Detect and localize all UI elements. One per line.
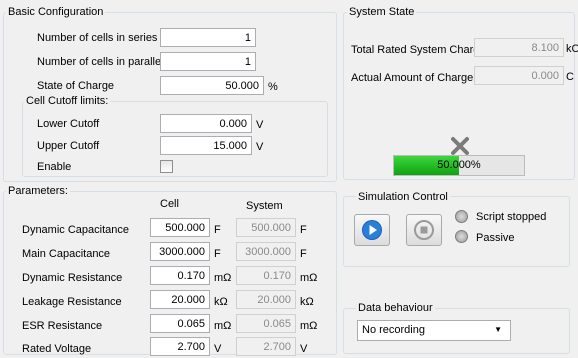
param-system-unit: kΩ [300, 296, 314, 308]
total-charge-unit: kC [566, 43, 578, 55]
cells-series-input[interactable]: 1 [160, 28, 256, 47]
param-system-unit: mΩ [300, 272, 318, 284]
parameters-title: Parameters: [6, 185, 70, 197]
param-system-field: 500.000 [236, 218, 296, 237]
cells-parallel-input[interactable]: 1 [160, 52, 256, 71]
param-cell-input[interactable]: 0.065 [150, 314, 210, 333]
param-label: Dynamic Resistance [22, 272, 123, 284]
param-cell-unit: mΩ [214, 320, 232, 332]
enable-label: Enable [37, 161, 72, 173]
play-button[interactable] [354, 214, 390, 246]
stop-icon [414, 220, 434, 240]
simulation-control-title: Simulation Control [356, 191, 450, 203]
param-cell-unit: F [214, 248, 221, 260]
param-system-unit: V [300, 343, 308, 355]
param-cell-input[interactable]: 2.700 [150, 337, 210, 356]
lower-cutoff-label: Lower Cutoff [37, 118, 100, 130]
enable-checkbox[interactable] [160, 160, 173, 173]
system-state-title: System State [347, 6, 417, 18]
script-status-label: Script stopped [476, 211, 547, 223]
param-system-field: 0.170 [236, 266, 296, 285]
state-of-charge-input[interactable]: 50.000 [160, 76, 264, 95]
param-cell-input[interactable]: 20.000 [150, 290, 210, 309]
param-cell-unit: kΩ [214, 296, 228, 308]
play-icon [362, 220, 382, 240]
col-system-header: System [246, 200, 283, 212]
param-system-field: 0.065 [236, 314, 296, 333]
param-cell-input[interactable]: 3000.000 [150, 242, 210, 261]
total-charge-field: 8.100 [474, 38, 564, 57]
cells-series-label: Number of cells in series [37, 32, 158, 44]
chevron-down-icon: ▼ [494, 325, 502, 334]
param-cell-input[interactable]: 0.170 [150, 266, 210, 285]
param-system-unit: F [300, 224, 307, 236]
param-label: Dynamic Capacitance [22, 224, 129, 236]
charge-progress-bar: 50.000% [393, 155, 525, 176]
col-cell-header: Cell [160, 198, 179, 210]
param-label: ESR Resistance [22, 320, 103, 332]
upper-cutoff-input[interactable]: 15.000 [160, 136, 252, 155]
actual-charge-field: 0.000 [474, 66, 564, 85]
param-cell-unit: mΩ [214, 272, 232, 284]
state-of-charge-unit: % [268, 81, 278, 93]
upper-cutoff-label: Upper Cutoff [37, 140, 100, 152]
param-system-field: 3000.000 [236, 242, 296, 261]
mode-status-indicator [455, 230, 468, 243]
script-status-indicator [455, 210, 468, 223]
stop-button[interactable] [406, 214, 442, 246]
data-behaviour-selected: No recording [362, 324, 425, 336]
param-label: Leakage Resistance [22, 296, 122, 308]
state-of-charge-label: State of Charge [37, 80, 115, 92]
progress-text: 50.000% [437, 159, 481, 171]
param-cell-unit: V [214, 343, 222, 355]
mode-status-label: Passive [476, 232, 515, 244]
cells-parallel-label: Number of cells in parallel [37, 56, 164, 68]
param-system-field: 2.700 [236, 337, 296, 356]
basic-configuration-title: Basic Configuration [6, 6, 106, 18]
data-behaviour-title: Data behaviour [356, 302, 435, 314]
param-label: Main Capacitance [22, 248, 111, 260]
lower-cutoff-unit: V [256, 119, 264, 131]
param-cell-unit: F [214, 224, 221, 236]
actual-charge-unit: C [566, 71, 574, 83]
param-cell-input[interactable]: 500.000 [150, 218, 210, 237]
param-system-field: 20.000 [236, 290, 296, 309]
param-system-unit: F [300, 248, 307, 260]
upper-cutoff-unit: V [256, 141, 264, 153]
actual-charge-label: Actual Amount of Charge [351, 72, 474, 84]
data-behaviour-select[interactable]: No recording ▼ [357, 320, 511, 341]
lower-cutoff-input[interactable]: 0.000 [160, 114, 252, 133]
cell-cutoff-title: Cell Cutoff limits: [24, 95, 111, 107]
param-system-unit: mΩ [300, 320, 318, 332]
total-charge-label: Total Rated System Charge [351, 44, 486, 56]
param-label: Rated Voltage [22, 343, 92, 355]
x-mark-icon [450, 136, 470, 156]
